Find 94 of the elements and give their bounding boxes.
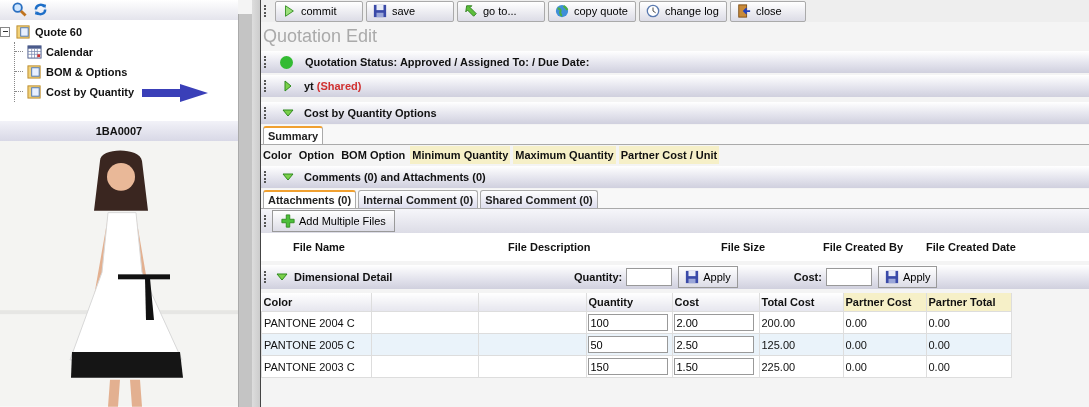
tab[interactable]: Shared Comment (0) <box>480 190 598 208</box>
table-cell: 0.00 <box>926 355 1011 378</box>
column-header: Color <box>262 148 293 163</box>
collapse-toggle[interactable] <box>0 26 10 37</box>
apply-button[interactable]: Apply <box>877 266 938 288</box>
tab[interactable]: Summary <box>263 126 324 144</box>
apply-button[interactable]: Apply <box>678 266 738 288</box>
save-icon <box>884 270 899 284</box>
folder-icon <box>27 64 42 80</box>
tree-item[interactable]: BOM & Options <box>46 65 128 78</box>
play-icon <box>282 4 296 18</box>
toolbar-button[interactable]: commit <box>275 0 363 22</box>
collapse-icon[interactable] <box>282 107 294 119</box>
folder-icon <box>16 24 31 40</box>
tree-item[interactable]: Quote 60 <box>35 25 83 38</box>
toolbar-button[interactable]: copy quote <box>548 0 636 22</box>
column-header: File Created By <box>823 241 905 253</box>
table-cell: PANTONE 2005 C <box>261 333 371 356</box>
section-title: Cost by Quantity Options <box>304 107 437 119</box>
tree-item[interactable]: Calendar <box>46 45 94 58</box>
toolbar-button[interactable]: go to... <box>457 0 545 22</box>
save-icon <box>373 4 387 18</box>
column-header: File Created Date <box>926 241 1017 253</box>
column-header: Partner Cost <box>843 293 926 312</box>
toolbar-button[interactable]: save <box>366 0 454 22</box>
save-icon <box>685 270 700 284</box>
column-header: File Description <box>508 241 592 253</box>
expand-icon[interactable] <box>282 80 294 92</box>
drag-handle[interactable] <box>264 5 268 17</box>
splitter[interactable] <box>252 0 261 407</box>
column-header: Partner Cost / Unit <box>618 146 720 164</box>
calendar-icon <box>27 44 42 60</box>
cost-field[interactable] <box>825 268 872 286</box>
table-cell: PANTONE 2004 C <box>261 311 371 334</box>
collapse-icon[interactable] <box>282 171 294 183</box>
column-header: Partner Total <box>926 293 1011 312</box>
table-cell: PANTONE 2003 C <box>261 355 371 378</box>
cost-field[interactable]: 1.50 <box>673 358 754 375</box>
arrow-icon <box>464 4 478 18</box>
column-header: Maximum Quantity <box>513 146 616 164</box>
drag-handle[interactable] <box>264 215 268 227</box>
section-title: Quotation Status: Approved / Assigned To: / Due Date: <box>305 56 590 68</box>
table-cell: 0.00 <box>926 311 1011 334</box>
column-header: File Name <box>293 241 346 253</box>
toolbar-button[interactable]: change log <box>639 0 727 22</box>
clock-icon <box>646 4 660 18</box>
cost-field[interactable]: 2.50 <box>673 336 754 353</box>
table-row[interactable]: PANTONE 2005 C 50 2.50 125.00 0.00 0.00 <box>261 333 1011 356</box>
close-button[interactable]: close <box>730 0 806 22</box>
add-files-button[interactable]: Add Multiple Files <box>272 210 395 232</box>
quantity-field[interactable] <box>626 268 673 286</box>
column-header: Color <box>261 293 371 312</box>
quantity-field[interactable]: 100 <box>587 314 668 331</box>
table-row[interactable]: PANTONE 2004 C 100 2.00 200.00 0.00 0.00 <box>261 311 1011 334</box>
drag-handle[interactable] <box>264 271 268 283</box>
column-header: Minimum Quantity <box>410 146 511 164</box>
drag-handle[interactable] <box>264 56 268 68</box>
page-title: Quotation Edit <box>262 24 379 48</box>
shared-tag: (Shared) <box>316 80 362 92</box>
table-row[interactable]: PANTONE 2003 C 150 1.50 225.00 0.00 0.00 <box>261 355 1011 378</box>
refresh-icon[interactable] <box>33 2 48 18</box>
table-cell: 225.00 <box>759 355 843 378</box>
field-label: Quantity: <box>574 271 623 283</box>
search-icon[interactable] <box>12 2 27 18</box>
globe-icon <box>555 4 569 18</box>
plus-icon <box>281 214 295 228</box>
drag-handle[interactable] <box>264 171 268 183</box>
scrollbar[interactable] <box>238 0 252 407</box>
column-header: BOM Option <box>340 148 407 163</box>
quantity-field[interactable]: 50 <box>587 336 668 353</box>
item-header: 1BA0007 <box>0 121 238 142</box>
drag-handle[interactable] <box>264 80 268 92</box>
section-title: Dimensional Detail <box>294 271 394 283</box>
field-label: Cost: <box>793 271 822 283</box>
cost-field[interactable]: 2.00 <box>673 314 754 331</box>
arrow-icon <box>142 83 208 102</box>
column-header: Option <box>297 148 336 163</box>
collapse-icon[interactable] <box>276 271 288 283</box>
tree-item[interactable]: Cost by Quantity <box>46 85 134 98</box>
table-cell: 0.00 <box>843 311 926 334</box>
folder-icon <box>27 84 42 100</box>
table-cell: 200.00 <box>759 311 843 334</box>
column-header: Cost <box>672 293 759 312</box>
quantity-field[interactable]: 150 <box>587 358 668 375</box>
door-icon <box>737 4 751 18</box>
drag-handle[interactable] <box>264 107 268 119</box>
column-header: Quantity <box>586 293 672 312</box>
column-header: Total Cost <box>759 293 843 312</box>
section-title: yt <box>304 80 314 92</box>
section-title: Comments (0) and Attachments (0) <box>304 171 486 183</box>
tab[interactable]: Internal Comment (0) <box>358 190 479 208</box>
table-cell: 0.00 <box>843 355 926 378</box>
column-header: File Size <box>721 241 767 253</box>
tab[interactable]: Attachments (0) <box>263 190 357 208</box>
